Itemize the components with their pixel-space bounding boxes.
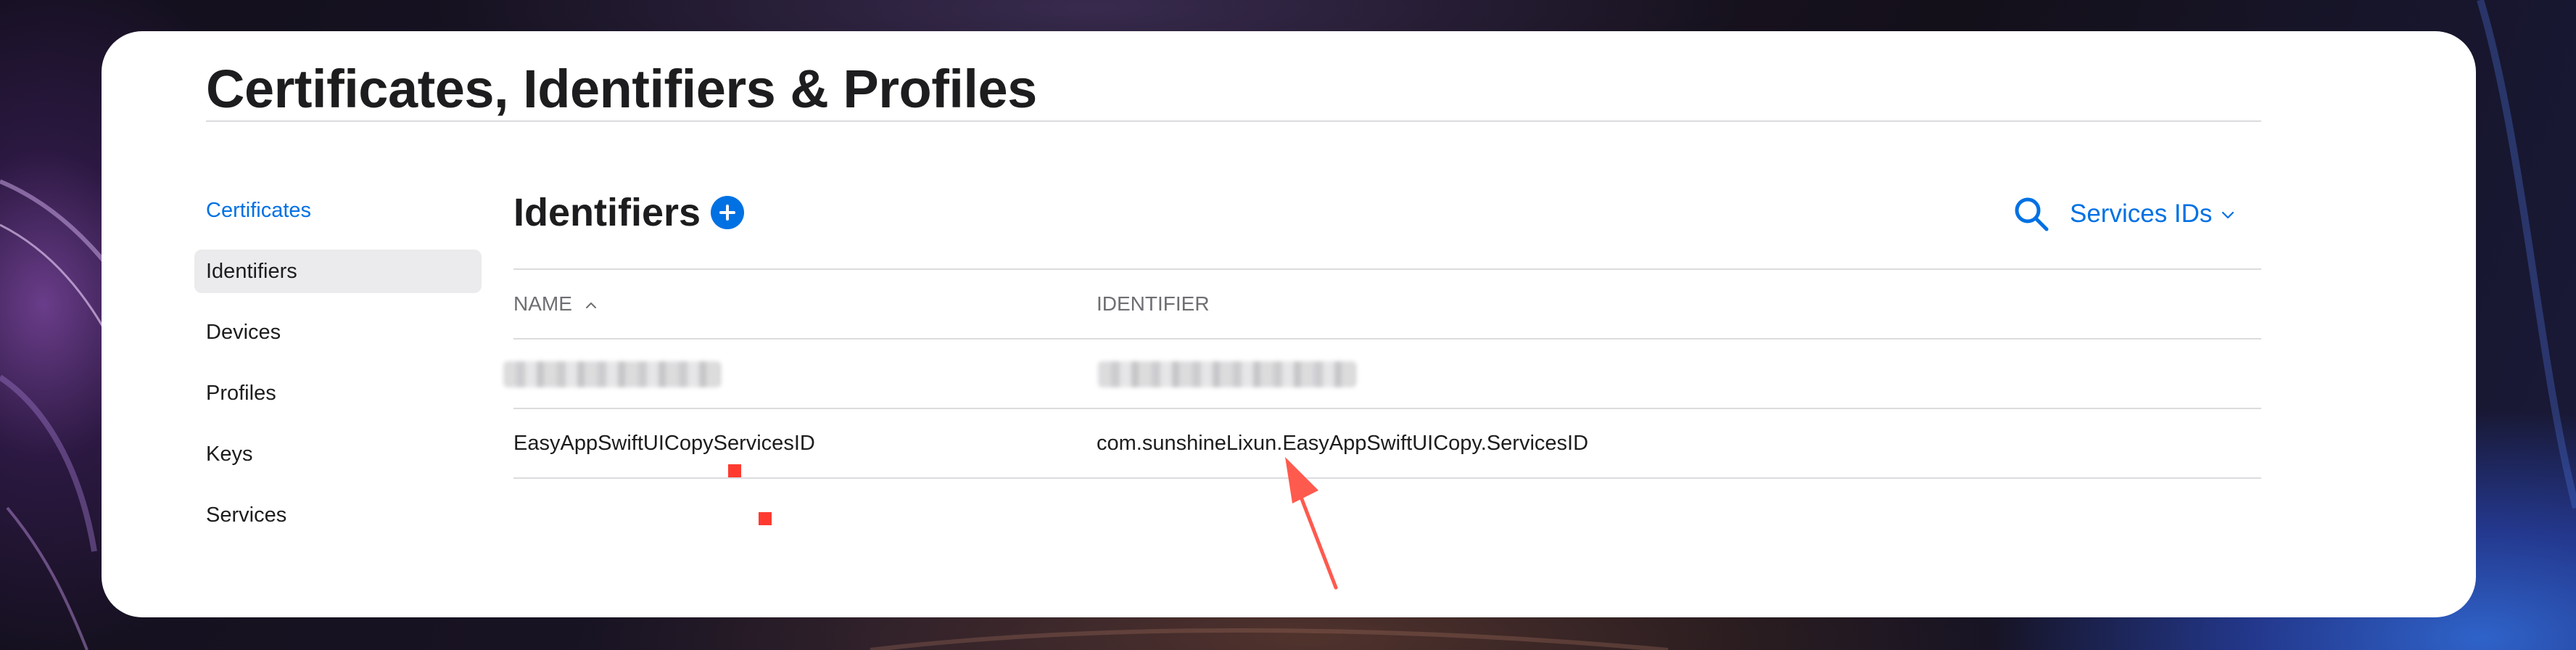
annotation-marker — [728, 464, 741, 477]
column-header-name[interactable]: NAME — [513, 270, 597, 338]
identifiers-table: NAME IDENTIFIER EasyAppSwiftUICopyServic… — [503, 268, 2261, 479]
annotation-marker — [759, 512, 772, 525]
column-header-identifier[interactable]: IDENTIFIER — [1097, 270, 1210, 338]
sidebar-item-identifiers[interactable]: Identifiers — [194, 250, 482, 293]
title-divider — [206, 120, 2261, 122]
plus-circle-icon — [719, 205, 736, 221]
identifier-name-cell: EasyAppSwiftUICopyServicesID — [513, 432, 815, 455]
dropdown-selected-value: Services IDs — [2070, 199, 2213, 228]
page-title: Certificates, Identifiers & Profiles — [206, 59, 1037, 119]
sidebar-item-certificates[interactable]: Certificates — [194, 189, 482, 232]
search-button[interactable] — [2012, 194, 2051, 234]
sidebar: Certificates Identifiers Devices Profile… — [194, 189, 482, 554]
identifier-type-dropdown[interactable]: Services IDs — [2070, 194, 2235, 234]
add-identifier-button[interactable] — [711, 196, 745, 229]
chevron-down-icon — [2222, 211, 2234, 219]
sidebar-item-keys[interactable]: Keys — [194, 432, 482, 476]
sidebar-item-devices[interactable]: Devices — [194, 310, 482, 354]
redacted-name — [503, 361, 721, 387]
caret-up-icon — [585, 302, 596, 308]
redacted-identifier — [1098, 361, 1356, 387]
table-row[interactable] — [503, 338, 2261, 408]
column-header-name-label: NAME — [513, 292, 572, 315]
table-row[interactable]: EasyAppSwiftUICopyServicesID com.sunshin… — [513, 408, 2261, 479]
section-header: Identifiers — [513, 187, 745, 238]
sidebar-item-profiles[interactable]: Profiles — [194, 371, 482, 415]
sidebar-item-services[interactable]: Services — [194, 493, 482, 537]
search-icon — [2015, 197, 2049, 231]
section-title: Identifiers — [513, 191, 701, 234]
annotation-arrow-icon — [1285, 457, 1338, 590]
table-header-row: NAME IDENTIFIER — [513, 268, 2261, 338]
